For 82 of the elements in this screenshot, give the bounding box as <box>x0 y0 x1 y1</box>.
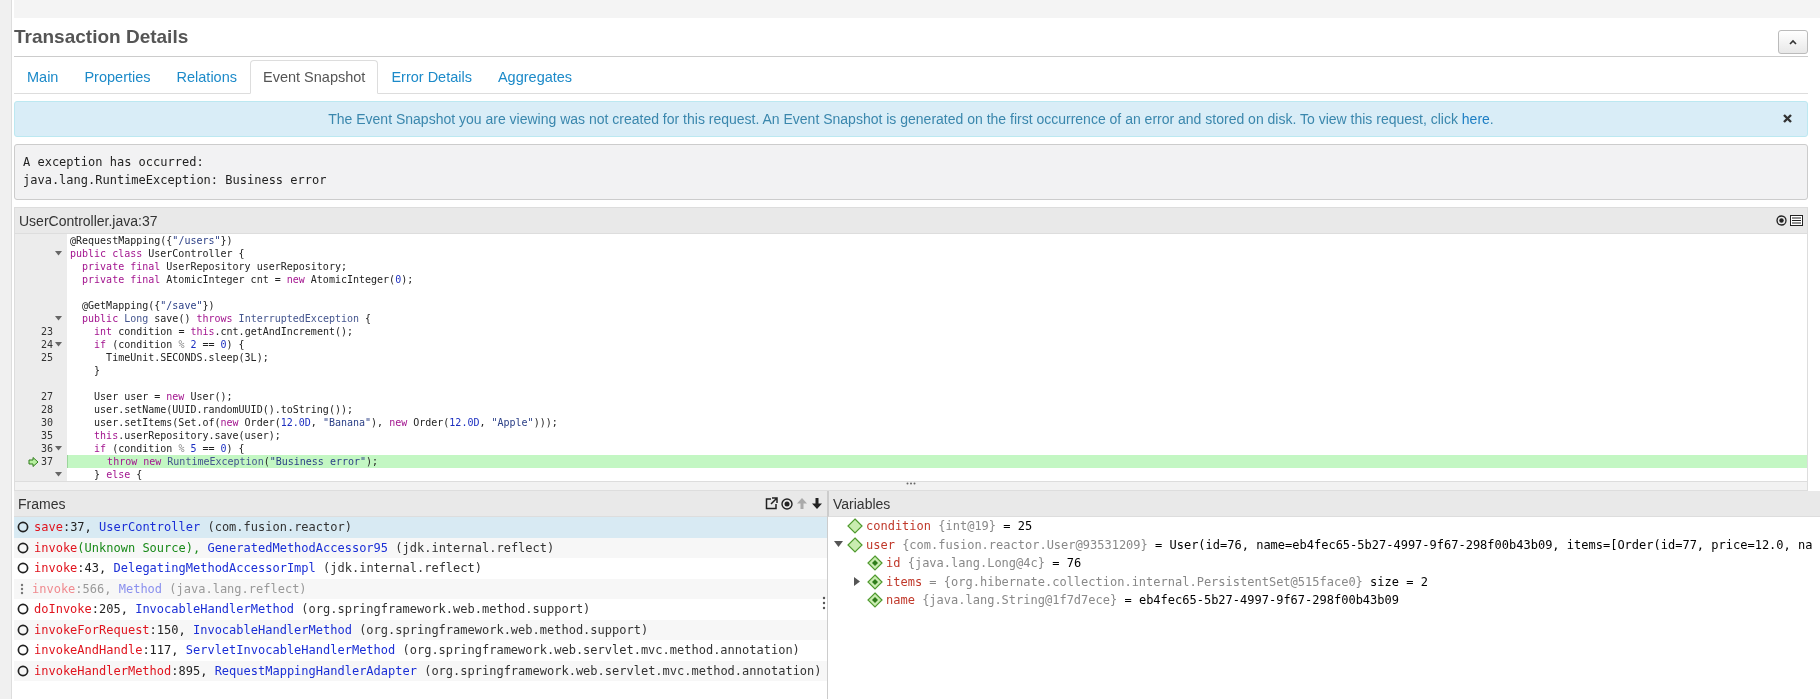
code-line: this.userRepository.save(user); <box>93 429 281 442</box>
code-line: private final AtomicInteger cnt = new AtomicInteger(0); <box>81 273 414 286</box>
collapse-button[interactable] <box>1778 30 1808 54</box>
code-line: private final UserRepository userRepository; <box>81 260 347 273</box>
grip-icon[interactable] <box>906 482 916 485</box>
tab[interactable]: Relations <box>163 60 250 94</box>
tab[interactable]: Error Details <box>378 60 485 94</box>
tab[interactable]: Aggregates <box>484 60 586 94</box>
code-line: public class UserController { <box>70 247 245 260</box>
tab[interactable]: Properties <box>71 60 164 94</box>
circle-icon <box>17 562 29 575</box>
code-line: user.setName(UUID.randomUUID().toString()); <box>93 403 353 416</box>
code-line: int condition = this.cnt.getAndIncrement(); <box>93 325 353 338</box>
circle-icon <box>17 603 29 616</box>
fold-icon[interactable] <box>55 251 62 256</box>
frame-row[interactable]: doInvoke:205, InvocableHandlerMethod (org.springframework.web.method.support) <box>14 599 827 620</box>
line-number: 28 <box>40 404 53 415</box>
variable-row[interactable]: name {java.lang.String@1f7d7ece} = eb4fec65-5b27-4997-9f67-298f00b43b09 <box>828 591 1820 610</box>
circle-icon <box>17 664 29 677</box>
fold-icon[interactable] <box>55 342 62 347</box>
line-number: 36 <box>40 443 53 454</box>
diamond-icon <box>847 518 863 535</box>
code-line: @RequestMapping({"/users"}) <box>70 234 233 247</box>
line-number: 27 <box>40 391 53 402</box>
panel-title: Frames <box>18 495 66 512</box>
code-line: if (condition % 2 == 0) { <box>93 338 245 351</box>
fold-icon[interactable] <box>55 472 62 477</box>
chevron-up-icon <box>1788 38 1798 46</box>
line-number: 24 <box>40 339 53 350</box>
code-line: if (condition % 5 == 0) { <box>93 442 245 455</box>
frame-row[interactable]: save:37, UserController (com.fusion.reactor) <box>14 517 827 538</box>
frame-row[interactable]: invokeAndHandle:117, ServletInvocableHandlerMethod (org.springframework.web.servlet.mvc.method.annotation) <box>14 640 827 661</box>
code-line: public Long save() throws InterruptedException { <box>81 312 372 325</box>
list-icon[interactable] <box>1790 215 1803 226</box>
line-number: 30 <box>40 417 53 428</box>
code-line: User user = new User(); <box>93 390 233 403</box>
circle-icon <box>17 541 29 554</box>
exception-text: java.lang.RuntimeException: Business error <box>23 172 328 189</box>
target-icon[interactable] <box>1776 215 1787 226</box>
code-line: user.setItems(Set.of(new Order(12.0D, "Banana"), new Order(12.0D, "Apple"))); <box>93 416 558 429</box>
exception-text: A exception has occurred: <box>23 154 205 171</box>
expand-icon[interactable] <box>834 541 843 549</box>
variable-row[interactable]: items = {org.hibernate.collection.internal.PersistentSet@515face0} size = 2 <box>828 572 1820 591</box>
line-number: 35 <box>40 430 53 441</box>
fold-icon[interactable] <box>55 316 62 321</box>
tab[interactable]: Event Snapshot <box>250 60 379 94</box>
code-line: } else { <box>93 468 143 481</box>
request-link[interactable]: here <box>1461 111 1490 127</box>
arrow-right-icon <box>27 456 39 467</box>
diamond-icon <box>867 573 883 590</box>
line-number: 23 <box>40 326 53 337</box>
frame-row[interactable]: invoke(Unknown Source), GeneratedMethodAccessor95 (jdk.internal.reflect) <box>14 537 827 558</box>
code-line: } <box>93 364 101 377</box>
frame-row[interactable]: invokeForRequest:150, InvocableHandlerMethod (org.springframework.web.method.support) <box>14 619 827 640</box>
notice-message: The Event Snapshot you are viewing was not created for this request. An Event Snapshot is generated on the first occurrence of an error and stored on disk. To view this request, click here. <box>328 111 1494 127</box>
target-icon[interactable] <box>781 497 793 510</box>
circle-icon <box>17 644 29 657</box>
panel-title: Variables <box>833 495 891 512</box>
diamond-icon <box>847 536 863 553</box>
code-line: throw new RuntimeException("Business error"); <box>106 455 379 468</box>
circle-icon <box>17 521 29 534</box>
code-line: TimeUnit.SECONDS.sleep(3L); <box>105 351 269 364</box>
code-line: @GetMapping({"/save"}) <box>81 299 215 312</box>
external-link-icon[interactable] <box>765 497 778 510</box>
variable-row[interactable]: user {com.fusion.reactor.User@93531209} = User(id=76, name=eb4fec65-5b27-4997-9f67-298f00b43b09, items=[Order(id=77, price=12.0, na <box>828 535 1820 554</box>
file-title: UserController.java:37 <box>19 212 158 229</box>
frame-row[interactable]: invoke:43, DelegatingMethodAccessorImpl (jdk.internal.reflect) <box>14 558 827 579</box>
page-title: Transaction Details <box>14 26 189 48</box>
diamond-icon <box>867 555 883 572</box>
expand-icon[interactable] <box>854 577 861 587</box>
line-number: 37 <box>40 456 53 467</box>
variable-row[interactable]: id {java.lang.Long@4c} = 76 <box>828 554 1820 573</box>
fold-icon[interactable] <box>55 446 62 451</box>
resize-handle-icon[interactable] <box>822 596 826 610</box>
variable-row[interactable]: condition {int@19} = 25 <box>828 517 1820 536</box>
diamond-icon <box>867 592 883 609</box>
frame-row[interactable]: invokeHandlerMethod:895, RequestMappingHandlerAdapter (org.springframework.web.servlet.mvc.method.annotation) <box>14 660 827 681</box>
close-icon[interactable] <box>1782 113 1793 124</box>
circle-icon <box>17 623 29 636</box>
arrow-down-icon[interactable] <box>811 497 823 510</box>
line-number: 25 <box>40 352 53 363</box>
tab[interactable]: Main <box>14 60 72 94</box>
